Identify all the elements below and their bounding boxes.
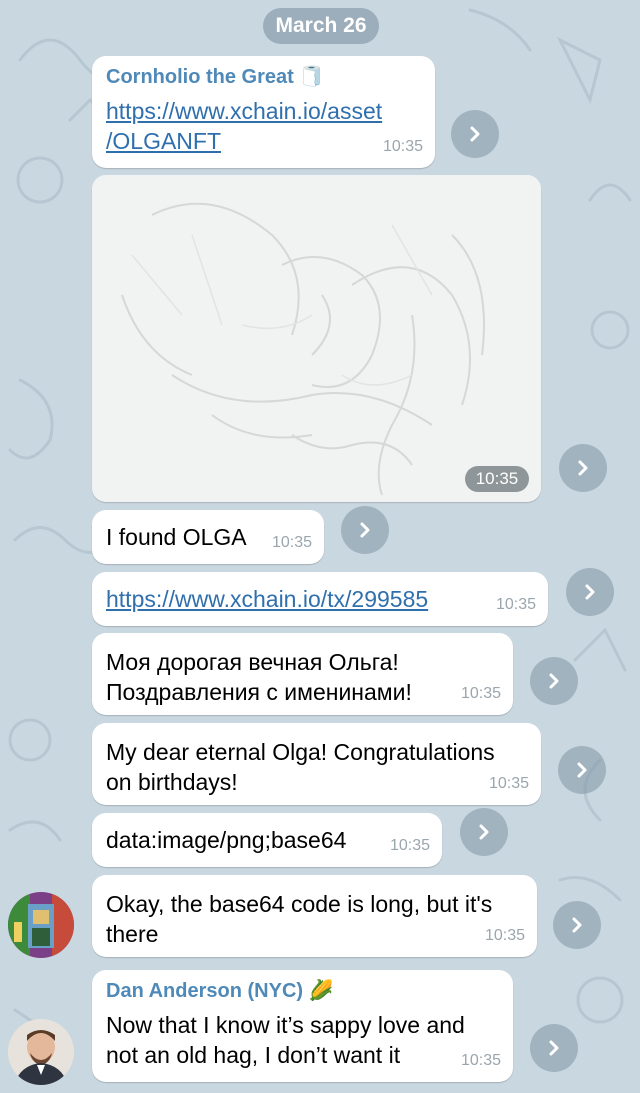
sender-emoji: 🌽 — [308, 980, 334, 1002]
message-text-line2[interactable]: there — [106, 919, 523, 949]
sender-emoji: 🧻 — [299, 66, 325, 88]
message-time: 10:35 — [460, 685, 501, 702]
message-text-line2[interactable]: on birthdays! — [106, 767, 527, 797]
forward-button[interactable] — [558, 746, 606, 794]
message-text[interactable]: data:image/png;base64 — [106, 827, 346, 853]
message-text-line2[interactable]: Поздравления с именинами! — [106, 677, 499, 707]
chevron-right-icon — [572, 917, 582, 933]
message-text-line2[interactable]: not an old hag, I don’t want it — [106, 1040, 499, 1070]
message-time: 10:35 — [389, 837, 430, 854]
message-text-line1[interactable]: Now that I know it’s sappy love and — [106, 1010, 499, 1040]
message-bubble[interactable]: Dan Anderson (NYC) 🌽 Now that I know it’… — [92, 970, 513, 1082]
message-text-line1[interactable]: My dear eternal Olga! Congratulations — [106, 737, 527, 767]
message-link[interactable]: https://www.xchain.io/tx/299585 — [106, 586, 428, 612]
forward-button[interactable] — [566, 568, 614, 616]
message-time: 10:35 — [382, 138, 423, 155]
chevron-right-icon — [577, 762, 587, 778]
image-time-badge: 10:35 — [465, 466, 529, 492]
message-time: 10:35 — [488, 775, 529, 792]
user-avatar[interactable] — [8, 892, 74, 958]
chevron-right-icon — [585, 584, 595, 600]
chevron-right-icon — [549, 673, 559, 689]
chevron-right-icon — [578, 460, 588, 476]
link-text-line1[interactable]: https://www.xchain.io/asset — [106, 96, 421, 126]
message-time: 10:35 — [271, 534, 312, 551]
message-bubble[interactable]: https://www.xchain.io/tx/299585 10:35 — [92, 572, 548, 626]
message-link[interactable]: https://www.xchain.io/asset /OLGANFT — [106, 96, 421, 156]
message-time: 10:35 — [484, 927, 525, 944]
forward-button[interactable] — [530, 657, 578, 705]
sender-name[interactable]: Cornholio the Great — [106, 66, 294, 88]
avatar-image — [8, 1019, 74, 1085]
forward-button[interactable] — [530, 1024, 578, 1072]
message-bubble[interactable]: Okay, the base64 code is long, but it's … — [92, 875, 537, 957]
link-text-line2[interactable]: /OLGANFT — [106, 126, 421, 156]
user-avatar[interactable] — [8, 1019, 74, 1085]
message-text[interactable]: I found OLGA — [106, 524, 247, 550]
message-bubble[interactable]: My dear eternal Olga! Congratulations on… — [92, 723, 541, 805]
chevron-right-icon — [479, 824, 489, 840]
chevron-right-icon — [470, 126, 480, 142]
message-text-line1[interactable]: Моя дорогая вечная Ольга! — [106, 647, 499, 677]
sender-name-line: Dan Anderson (NYC) 🌽 — [106, 978, 499, 1004]
message-time: 10:35 — [460, 1052, 501, 1069]
sender-name[interactable]: Dan Anderson (NYC) — [106, 980, 303, 1002]
message-text[interactable]: Now that I know it’s sappy love and not … — [106, 1010, 499, 1070]
image-message[interactable]: 10:35 — [92, 175, 541, 502]
avatar-image — [8, 892, 74, 958]
message-bubble[interactable]: Моя дорогая вечная Ольга! Поздравления с… — [92, 633, 513, 715]
message-bubble[interactable]: Cornholio the Great 🧻 https://www.xchain… — [92, 56, 435, 168]
message-text-line1[interactable]: Okay, the base64 code is long, but it's — [106, 889, 523, 919]
forward-button[interactable] — [553, 901, 601, 949]
forward-button[interactable] — [559, 444, 607, 492]
message-time: 10:35 — [475, 469, 519, 488]
date-separator: March 26 — [263, 8, 379, 44]
forward-button[interactable] — [451, 110, 499, 158]
message-time: 10:35 — [495, 596, 536, 613]
forward-button[interactable] — [341, 506, 389, 554]
message-bubble[interactable]: data:image/png;base64 10:35 — [92, 813, 442, 867]
forward-button[interactable] — [460, 808, 508, 856]
photo-sketch-image[interactable] — [92, 175, 541, 502]
chevron-right-icon — [360, 522, 370, 538]
message-bubble[interactable]: I found OLGA 10:35 — [92, 510, 324, 564]
sender-name-line: Cornholio the Great 🧻 — [106, 64, 421, 90]
chevron-right-icon — [549, 1040, 559, 1056]
